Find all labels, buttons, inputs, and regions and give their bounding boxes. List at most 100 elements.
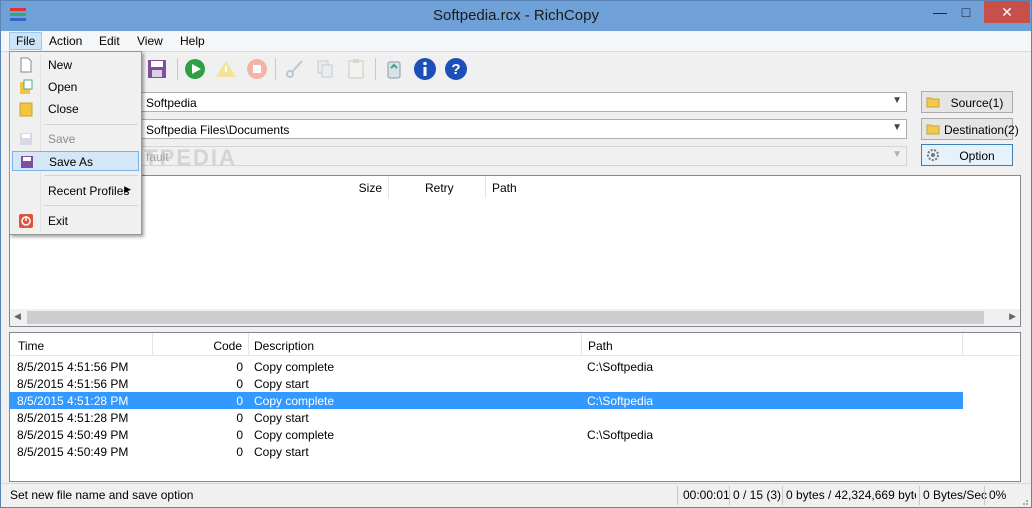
exit-icon: [19, 214, 33, 228]
log-description-cell: Copy start: [254, 377, 309, 391]
scroll-right-icon[interactable]: ▶: [1009, 311, 1016, 322]
menu-view[interactable]: View: [137, 34, 163, 48]
chevron-down-icon[interactable]: ▼: [892, 122, 902, 133]
destination-path-combobox[interactable]: Softpedia Files\Documents ▼: [141, 119, 907, 139]
log-path-cell: C:\Softpedia: [587, 428, 654, 442]
info-icon[interactable]: [413, 57, 437, 81]
status-separator: [984, 486, 985, 505]
save-as-icon[interactable]: [145, 57, 169, 81]
menu-item-recent-profiles[interactable]: Recent Profiles ▶: [12, 181, 139, 201]
help-icon[interactable]: ?: [444, 57, 468, 81]
maximize-button[interactable]: □: [953, 1, 979, 23]
toolbar-separator: [177, 58, 178, 80]
new-file-icon: [20, 57, 32, 73]
menu-item-save-as[interactable]: Save As: [12, 151, 139, 171]
minimize-button[interactable]: —: [927, 1, 953, 23]
close-file-icon: [19, 102, 33, 117]
log-row[interactable]: 8/5/2015 4:50:49 PM 0 Copy complete C:\Soft…: [10, 426, 963, 443]
chevron-down-icon[interactable]: ▼: [892, 95, 902, 106]
log-row[interactable]: 8/5/2015 4:51:28 PM 0 Copy start: [10, 409, 963, 426]
recycle-bin-icon[interactable]: [382, 57, 406, 81]
menu-item-open[interactable]: Open: [12, 77, 139, 97]
log-description-cell: Copy start: [254, 445, 309, 459]
status-separator: [782, 486, 783, 505]
warning-icon[interactable]: [214, 57, 238, 81]
source-path-combobox[interactable]: Softpedia ▼: [141, 92, 907, 112]
column-header-size[interactable]: Size: [140, 176, 389, 198]
file-list-panel[interactable]: Size Retry Path ◀ ▶: [9, 175, 1021, 327]
log-code-cell: 0: [236, 445, 243, 459]
horizontal-scrollbar[interactable]: ◀ ▶: [10, 309, 1020, 326]
option-button[interactable]: Option: [921, 144, 1013, 166]
menu-separator: [44, 205, 138, 206]
log-code-cell: 0: [236, 360, 243, 374]
status-separator: [919, 486, 920, 505]
paste-icon[interactable]: [344, 57, 368, 81]
source-button[interactable]: Source(1): [921, 91, 1013, 113]
menu-bar: File Action Edit View Help: [1, 31, 1031, 52]
log-time-cell: 8/5/2015 4:51:56 PM: [17, 360, 129, 374]
status-file-count: 0 / 15 (3): [733, 488, 782, 502]
start-icon[interactable]: [183, 57, 207, 81]
app-window: Softpedia.rcx - RichCopy — □ ✕ File Acti…: [0, 0, 1032, 508]
column-header-time[interactable]: Time: [10, 333, 153, 356]
save-as-icon: [21, 156, 33, 168]
svg-text:?: ?: [451, 61, 460, 78]
resize-grip-icon[interactable]: [1019, 496, 1029, 506]
column-header-path[interactable]: Path: [486, 176, 1020, 198]
log-code-cell: 0: [236, 411, 243, 425]
column-header-description[interactable]: Description: [249, 333, 582, 356]
menu-separator: [44, 175, 138, 176]
menu-file[interactable]: File: [9, 32, 43, 50]
status-percent: 0%: [989, 488, 1007, 502]
log-description-cell: Copy start: [254, 411, 309, 425]
menu-edit[interactable]: Edit: [99, 34, 120, 48]
log-list-panel[interactable]: Time Code Description Path 8/5/2015 4:51…: [9, 332, 1021, 482]
status-message: Set new file name and save option: [10, 488, 194, 502]
log-row[interactable]: 8/5/2015 4:51:56 PM 0 Copy complete C:\Soft…: [10, 358, 963, 375]
submenu-arrow-icon: ▶: [124, 184, 131, 194]
log-path-cell: C:\Softpedia: [587, 360, 654, 374]
scrollbar-thumb[interactable]: [27, 311, 984, 324]
chevron-down-icon: ▼: [892, 149, 902, 160]
stop-icon[interactable]: [245, 57, 269, 81]
menu-help[interactable]: Help: [180, 34, 205, 48]
log-time-cell: 8/5/2015 4:50:49 PM: [17, 445, 129, 459]
menu-item-new[interactable]: New: [12, 55, 139, 75]
source-path-value: Softpedia: [146, 96, 197, 110]
toolbar-separator: [375, 58, 376, 80]
status-bar: Set new file name and save option 00:00:…: [1, 483, 1031, 507]
log-code-cell: 0: [236, 394, 243, 408]
log-time-cell: 8/5/2015 4:50:49 PM: [17, 428, 129, 442]
toolbar-separator: [275, 58, 276, 80]
menu-item-exit[interactable]: Exit: [12, 211, 139, 231]
column-header-filler: [963, 333, 1020, 356]
log-description-cell: Copy complete: [254, 394, 335, 408]
open-file-icon: [20, 79, 33, 94]
cut-icon[interactable]: [283, 57, 307, 81]
menu-item-save: Save: [12, 129, 139, 149]
window-title: Softpedia.rcx - RichCopy: [433, 7, 599, 24]
file-menu-dropdown: New Open Close Save Save As Recent Profi…: [9, 51, 142, 235]
log-row[interactable]: 8/5/2015 4:50:49 PM 0 Copy start: [10, 443, 963, 460]
column-header-retry[interactable]: Retry: [389, 176, 486, 198]
column-header-path[interactable]: Path: [582, 333, 963, 356]
destination-button[interactable]: Destination(2): [921, 118, 1019, 140]
copy-icon[interactable]: [313, 57, 337, 81]
menu-item-close[interactable]: Close: [12, 99, 139, 119]
close-window-button[interactable]: ✕: [984, 1, 1030, 23]
scroll-left-icon[interactable]: ◀: [14, 311, 21, 322]
log-code-cell: 0: [236, 428, 243, 442]
log-description-cell: Copy complete: [254, 360, 335, 374]
log-row[interactable]: 8/5/2015 4:51:56 PM 0 Copy start: [10, 375, 963, 392]
folder-icon: [926, 124, 940, 135]
status-separator: [729, 486, 730, 505]
gear-icon: [927, 149, 939, 161]
save-icon: [20, 133, 32, 145]
status-bytes: 0 bytes / 42,324,669 byte: [786, 488, 916, 502]
log-time-cell: 8/5/2015 4:51:56 PM: [17, 377, 129, 391]
log-row[interactable]: 8/5/2015 4:51:28 PM 0 Copy complete C:\Soft…: [10, 392, 963, 409]
column-header-code[interactable]: Code: [153, 333, 249, 356]
log-time-cell: 8/5/2015 4:51:28 PM: [17, 411, 129, 425]
menu-action[interactable]: Action: [49, 34, 82, 48]
